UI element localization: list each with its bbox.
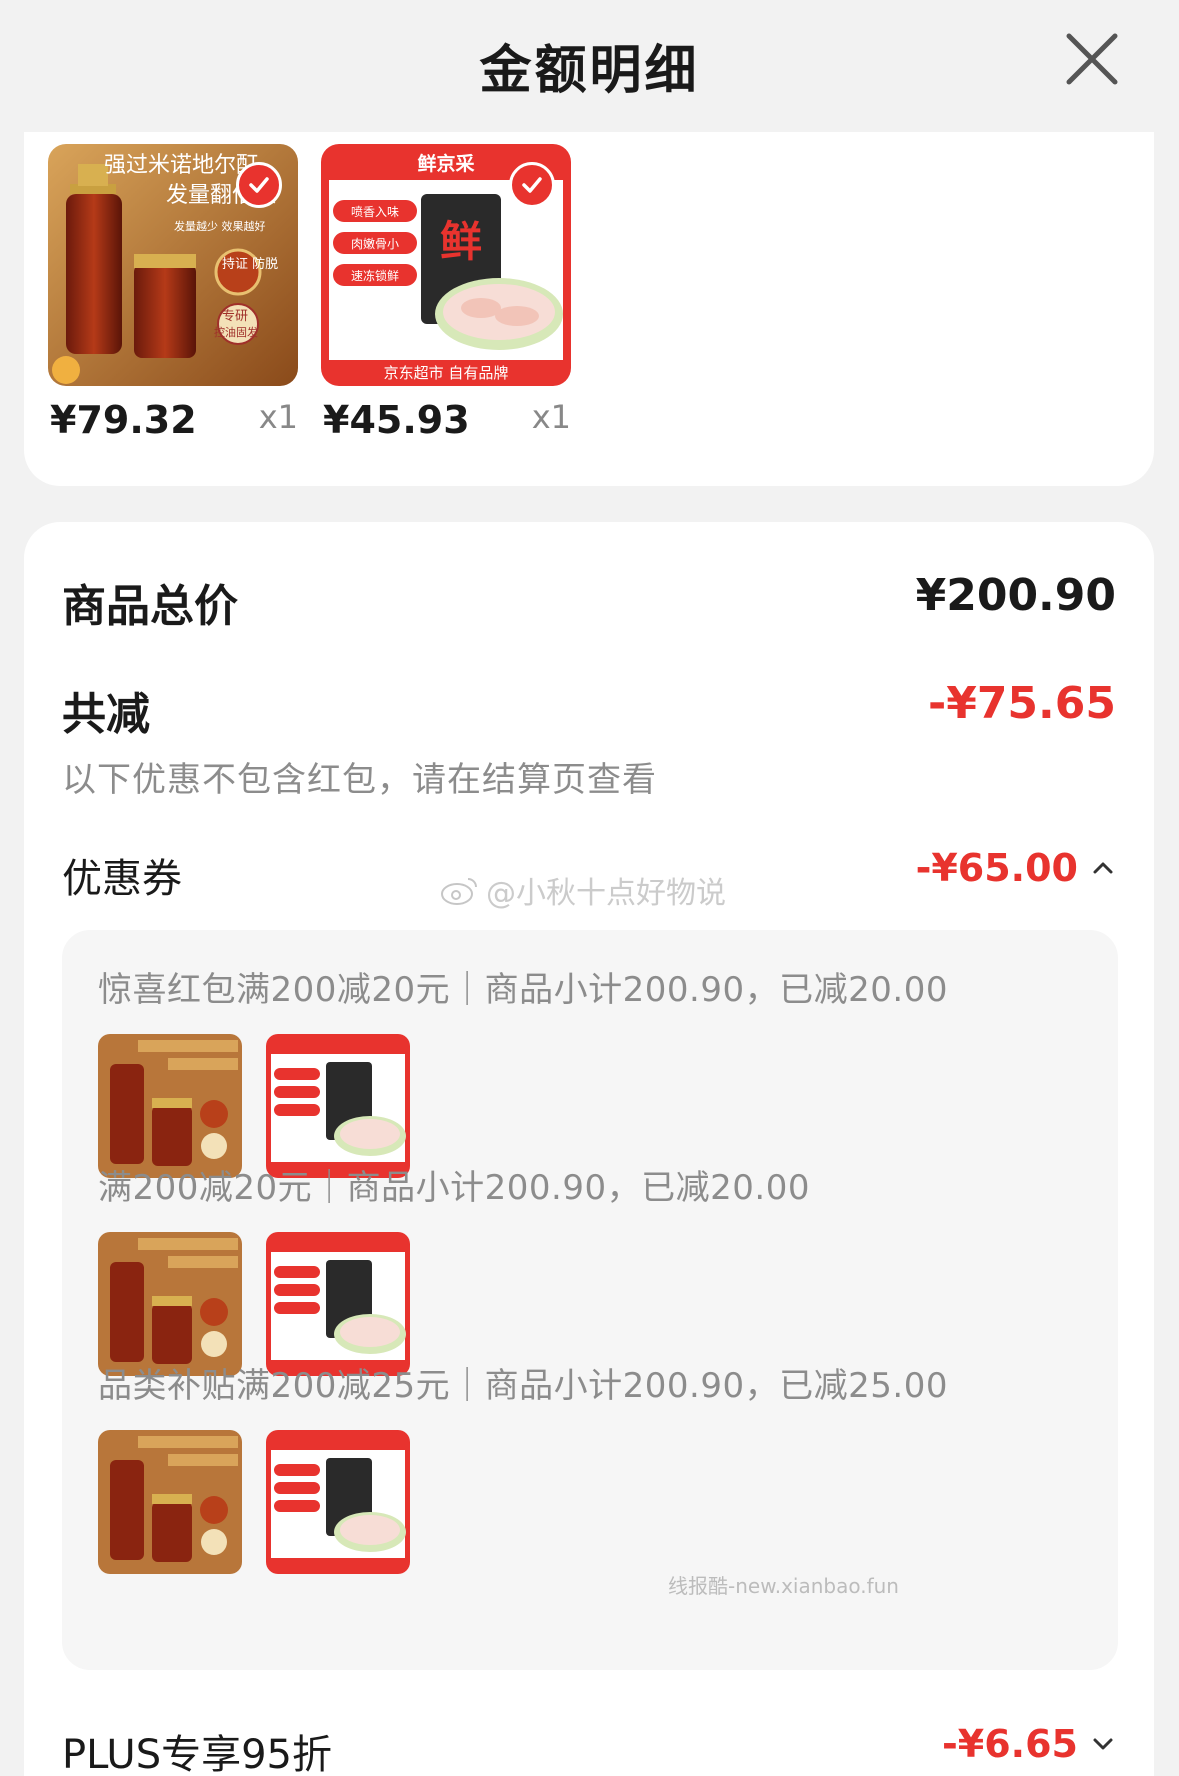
total-discount-label: 共减 xyxy=(62,689,150,740)
total-price-label: 商品总价 xyxy=(62,581,238,632)
chicken-thumb xyxy=(266,1232,410,1376)
plus-discount-value: -¥6.65 xyxy=(942,1722,1078,1766)
coupon-product-thumbs xyxy=(98,1034,410,1178)
chevron-up-icon xyxy=(1090,855,1116,881)
product-item[interactable]: 强过米诺地尔酊 发量翻倍涨 发量越少 效果越好 持证 防脱 专研 控油固发 ¥7… xyxy=(48,144,298,442)
coupon-toggle[interactable]: -¥65.00 xyxy=(916,846,1116,890)
selected-products-card: 强过米诺地尔酊 发量翻倍涨 发量越少 效果越好 持证 防脱 专研 控油固发 ¥7… xyxy=(24,132,1154,486)
plus-discount-toggle[interactable]: -¥6.65 xyxy=(942,1722,1116,1766)
chicken-brand: 鲜京采 xyxy=(417,152,474,175)
chicken-tag1: 喷香入味 xyxy=(351,205,399,219)
weibo-icon xyxy=(441,878,477,905)
coupon-value: -¥65.00 xyxy=(915,846,1078,890)
product-image-serum: 强过米诺地尔酊 发量翻倍涨 发量越少 效果越好 持证 防脱 专研 控油固发 xyxy=(48,144,298,386)
coupon-label: 优惠券 xyxy=(62,856,182,902)
amount-detail-sheet: 金额明细 强过米诺地尔酊 发量翻倍涨 发量越少 效果越好 持证 防脱 专研 控油… xyxy=(0,0,1179,1776)
product-price: ¥45.93 xyxy=(323,398,470,442)
coupon-detail-box: 惊喜红包满200减20元｜商品小计200.90，已减20.00 满200减20元… xyxy=(62,930,1118,1670)
serum-badge2: 专研 xyxy=(222,309,248,324)
chicken-tag3: 速冻锁鲜 xyxy=(351,268,399,283)
chevron-down-icon xyxy=(1090,1731,1116,1757)
product-item[interactable]: 鲜京采 鲜 喷香入味 肉嫩骨小 速冻锁鲜 京东超市 自有品牌 ¥45.93 x1 xyxy=(321,144,571,442)
plus-discount-label: PLUS专享95折 xyxy=(62,1732,332,1776)
weibo-watermark-text: @小秋十点好物说 xyxy=(486,876,726,911)
serum-line1: 强过米诺地尔酊 xyxy=(104,153,258,178)
product-price: ¥79.32 xyxy=(50,398,197,442)
chicken-tag2: 肉嫩骨小 xyxy=(351,237,399,251)
chicken-footer: 京东超市 自有品牌 xyxy=(384,364,509,382)
coupon-detail-line: 满200减20元｜商品小计200.90，已减20.00 xyxy=(98,1168,810,1208)
serum-badge3: 控油固发 xyxy=(214,325,258,339)
selected-check-icon[interactable] xyxy=(236,162,282,208)
close-button[interactable] xyxy=(1063,30,1121,88)
serum-thumb xyxy=(98,1232,242,1376)
product-qty: x1 xyxy=(531,398,571,436)
total-price-value: ¥200.90 xyxy=(915,570,1116,621)
chicken-thumb xyxy=(266,1430,410,1574)
weibo-watermark: @小秋十点好物说 xyxy=(440,868,726,912)
serum-thumb xyxy=(98,1034,242,1178)
chicken-char: 鲜 xyxy=(440,217,482,266)
total-discount-value: -¥75.65 xyxy=(927,678,1116,729)
sheet-header: 金额明细 xyxy=(0,0,1179,132)
serum-thumb xyxy=(98,1430,242,1574)
coupon-detail-line: 品类补贴满200减25元｜商品小计200.90，已减25.00 xyxy=(98,1366,948,1406)
site-watermark: 线报酷-new.xianbao.fun xyxy=(668,1574,899,1598)
product-image-chicken: 鲜京采 鲜 喷香入味 肉嫩骨小 速冻锁鲜 京东超市 自有品牌 xyxy=(321,144,571,386)
coupon-product-thumbs xyxy=(98,1232,410,1376)
serum-tag1: 发量越少 效果越好 xyxy=(174,219,266,233)
selected-check-icon[interactable] xyxy=(509,162,555,208)
product-qty: x1 xyxy=(258,398,298,436)
chicken-thumb xyxy=(266,1034,410,1178)
price-detail-card: 商品总价 ¥200.90 共减 -¥75.65 以下优惠不包含红包，请在结算页查… xyxy=(24,522,1154,1776)
coupon-product-thumbs xyxy=(98,1430,410,1574)
sheet-title: 金额明细 xyxy=(479,41,700,101)
serum-badge1: 持证 防脱 xyxy=(222,256,278,272)
close-icon xyxy=(1066,33,1118,85)
discount-note: 以下优惠不包含红包，请在结算页查看 xyxy=(62,760,657,800)
coupon-detail-line: 惊喜红包满200减20元｜商品小计200.90，已减20.00 xyxy=(98,970,948,1010)
